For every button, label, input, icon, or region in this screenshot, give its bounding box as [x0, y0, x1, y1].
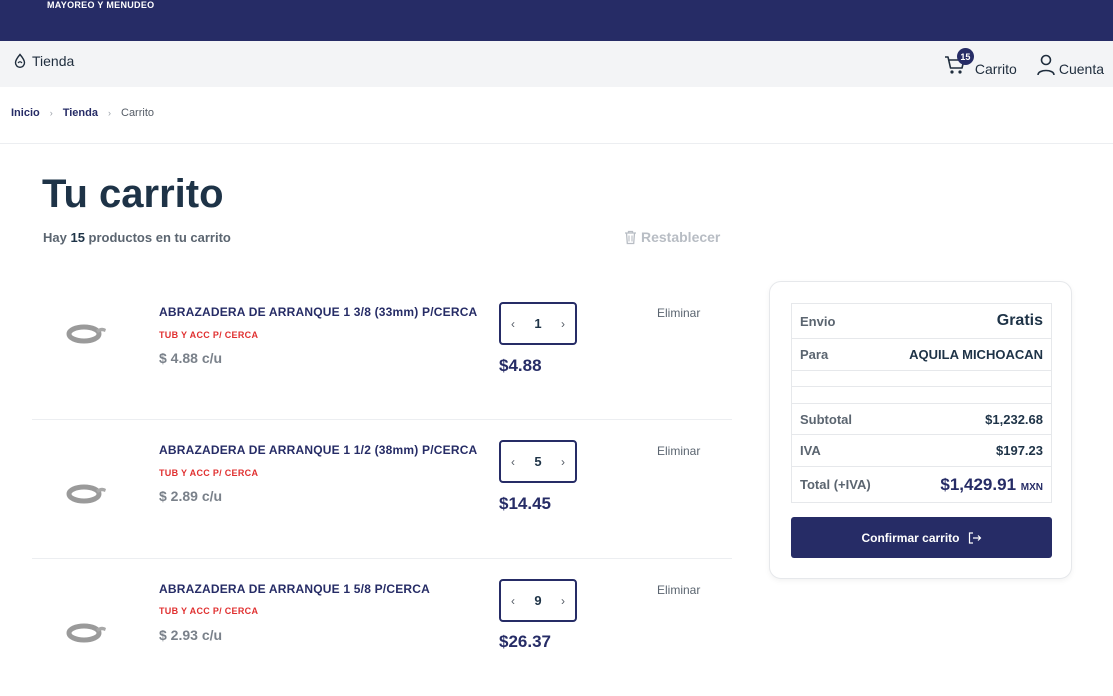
- trash-icon: [625, 230, 636, 244]
- cart-count-text: Hay 15 productos en tu carrito: [43, 230, 231, 245]
- clamp-product-image: [66, 324, 106, 344]
- cart-item: ABRAZADERA DE ARRANQUE 1 5/8 P/CERCA TUB…: [32, 558, 732, 696]
- subtotal-value: $1,232.68: [985, 411, 1043, 427]
- breadcrumb-current: Carrito: [121, 107, 155, 119]
- total-label: Total (+IVA): [800, 477, 871, 492]
- summary-row-subtotal: Subtotal $1,232.68: [792, 404, 1051, 435]
- subtitle-prefix: Hay: [43, 230, 71, 245]
- para-value: AQUILA MICHOACAN: [909, 347, 1043, 362]
- quantity-value[interactable]: 9: [534, 593, 541, 608]
- item-name[interactable]: ABRAZADERA DE ARRANQUE 1 5/8 P/CERCA: [159, 582, 430, 596]
- user-icon: [1037, 54, 1055, 76]
- nav-bar: Tienda 15 Carrito Cuenta: [0, 41, 1113, 87]
- currency-label: MXN: [1020, 481, 1043, 493]
- nav-account-label: Cuenta: [1058, 61, 1104, 77]
- item-total: $26.37: [499, 632, 551, 651]
- item-category: TUB Y ACC P/ CERCA: [159, 468, 259, 478]
- chevron-right-icon: ›: [108, 108, 111, 118]
- quantity-stepper: ‹ 9 ›: [499, 579, 577, 622]
- nav-account-link[interactable]: Cuenta: [1035, 53, 1104, 77]
- nav-cart-link[interactable]: 15 Carrito: [943, 48, 1017, 77]
- summary-row-envio: Envio Gratis: [792, 304, 1051, 339]
- remove-item-button[interactable]: Eliminar: [657, 306, 700, 320]
- confirm-cart-button[interactable]: Confirmar carrito: [791, 517, 1052, 558]
- cart-icon-wrap: 15: [943, 48, 974, 77]
- nav-right: 15 Carrito Cuenta: [943, 48, 1104, 77]
- item-category: TUB Y ACC P/ CERCA: [159, 330, 259, 340]
- nav-tienda-link[interactable]: Tienda: [12, 53, 74, 69]
- nav-tienda-label: Tienda: [32, 53, 75, 69]
- decrement-button[interactable]: ‹: [511, 455, 515, 469]
- clamp-product-image: [66, 623, 106, 643]
- quantity-value[interactable]: 5: [534, 454, 541, 469]
- increment-button[interactable]: ›: [561, 317, 565, 331]
- subtitle-suffix: productos en tu carrito: [84, 230, 231, 245]
- subtitle-count: 15: [70, 230, 85, 245]
- cart-item: ABRAZADERA DE ARRANQUE 1 3/8 (33mm) P/CE…: [32, 282, 732, 420]
- item-name[interactable]: ABRAZADERA DE ARRANQUE 1 3/8 (33mm) P/CE…: [159, 305, 477, 319]
- cart-count-badge: 15: [956, 48, 974, 65]
- quantity-value[interactable]: 1: [534, 316, 541, 331]
- nav-cart-label: Carrito: [974, 61, 1017, 77]
- item-total: $14.45: [499, 494, 551, 513]
- summary-row-blank: [792, 371, 1051, 387]
- clamp-product-image: [66, 484, 106, 504]
- item-category: TUB Y ACC P/ CERCA: [159, 606, 259, 616]
- summary-row-para: Para AQUILA MICHOACAN: [792, 339, 1051, 371]
- divider: [0, 143, 1113, 144]
- decrement-button[interactable]: ‹: [511, 594, 515, 608]
- breadcrumb-home[interactable]: Inicio: [11, 107, 40, 119]
- item-total: $4.88: [499, 356, 542, 375]
- remove-item-button[interactable]: Eliminar: [657, 444, 700, 458]
- page-title: Tu carrito: [42, 172, 224, 216]
- envio-label: Envio: [800, 313, 836, 329]
- confirm-label: Confirmar carrito: [861, 530, 960, 545]
- chevron-right-icon: ›: [49, 108, 53, 118]
- summary-row-iva: IVA $197.23: [792, 435, 1051, 467]
- breadcrumb-store[interactable]: Tienda: [63, 107, 98, 119]
- item-unit-price: $ 4.88 c/u: [159, 350, 223, 366]
- summary-row-total: Total (+IVA) $1,429.91 MXN: [792, 467, 1051, 502]
- order-summary-card: Envio Gratis Para AQUILA MICHOACAN Subto…: [769, 281, 1072, 579]
- para-label: Para: [800, 347, 829, 362]
- iva-value: $197.23: [996, 443, 1043, 458]
- increment-button[interactable]: ›: [561, 455, 565, 469]
- top-header: MAYOREO Y MENUDEO: [0, 0, 1113, 41]
- breadcrumb: Inicio › Tienda › Carrito: [11, 107, 154, 119]
- iva-label: IVA: [800, 443, 821, 458]
- logout-arrow-icon: [968, 531, 981, 544]
- reset-label: Restablecer: [641, 229, 721, 245]
- quantity-stepper: ‹ 5 ›: [499, 440, 577, 483]
- total-value: $1,429.91: [940, 474, 1017, 494]
- subtotal-label: Subtotal: [800, 411, 852, 427]
- summary-row-blank: [792, 387, 1051, 404]
- reset-button[interactable]: Restablecer: [624, 229, 720, 245]
- drop-icon: [14, 53, 26, 68]
- envio-value: Gratis: [996, 312, 1043, 329]
- remove-item-button[interactable]: Eliminar: [657, 583, 700, 597]
- summary-table: Envio Gratis Para AQUILA MICHOACAN Subto…: [791, 303, 1052, 503]
- brand-tagline: MAYOREO Y MENUDEO: [47, 0, 155, 10]
- cart-item: ABRAZADERA DE ARRANQUE 1 1/2 (38mm) P/CE…: [32, 419, 732, 557]
- quantity-stepper: ‹ 1 ›: [499, 302, 577, 345]
- increment-button[interactable]: ›: [561, 594, 565, 608]
- item-unit-price: $ 2.89 c/u: [159, 488, 223, 504]
- item-unit-price: $ 2.93 c/u: [159, 627, 223, 643]
- item-name[interactable]: ABRAZADERA DE ARRANQUE 1 1/2 (38mm) P/CE…: [159, 443, 477, 457]
- decrement-button[interactable]: ‹: [511, 317, 515, 331]
- total-value-wrap: $1,429.91 MXN: [940, 475, 1043, 495]
